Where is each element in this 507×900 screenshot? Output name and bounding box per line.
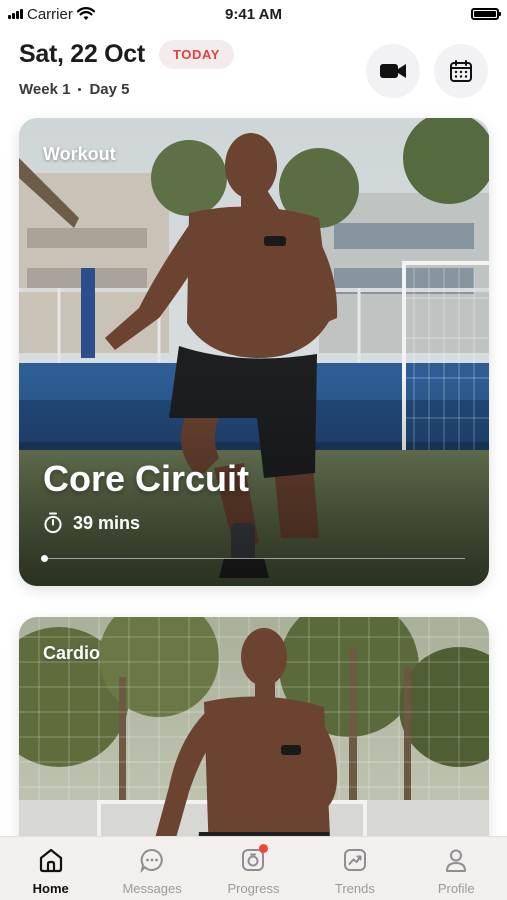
tab-trends[interactable]: Trends	[310, 845, 400, 896]
today-badge[interactable]: TODAY	[158, 40, 235, 69]
workout-card[interactable]: Workout Core Circuit 39 mins	[19, 118, 489, 586]
calendar-button[interactable]	[434, 44, 488, 98]
notification-dot	[259, 844, 269, 853]
tab-messages[interactable]: Messages	[107, 845, 197, 896]
header-actions	[366, 44, 488, 98]
progress-track[interactable]	[41, 555, 465, 562]
carrier-label: Carrier	[27, 5, 73, 23]
tab-progress[interactable]: Progress	[208, 844, 298, 896]
card-category: Workout	[43, 144, 116, 164]
video-camera-icon	[380, 64, 406, 78]
tab-label: Home	[32, 881, 69, 896]
wifi-icon	[76, 7, 95, 20]
tab-label: Progress	[227, 881, 280, 896]
user-icon	[441, 845, 471, 875]
tab-home[interactable]: Home	[6, 845, 96, 896]
tab-profile[interactable]: Profile	[411, 845, 501, 896]
card-duration: 39 mins	[43, 512, 140, 534]
progress-camera-icon	[238, 844, 269, 875]
header: Sat, 22 Oct TODAY Week 1 Day 5	[19, 40, 488, 104]
card-category: Cardio	[43, 643, 101, 663]
battery-icon	[471, 8, 501, 20]
tab-label: Trends	[334, 881, 375, 896]
status-left: Carrier	[8, 6, 95, 23]
day-label: Day 5	[89, 81, 130, 98]
tab-label: Profile	[437, 881, 475, 896]
calendar-icon	[450, 60, 472, 82]
duration-label: 39 mins	[73, 512, 141, 533]
stopwatch-icon	[44, 512, 62, 534]
cardio-card[interactable]: Cardio	[19, 617, 489, 857]
home-icon	[36, 845, 66, 875]
card-title: Core Circuit	[43, 458, 250, 499]
chat-bubble-icon	[137, 845, 167, 875]
status-bar: Carrier 9:41 AM	[0, 0, 507, 28]
video-call-button[interactable]	[366, 44, 420, 98]
signal-icon	[8, 9, 23, 19]
trends-chart-icon	[340, 845, 370, 875]
separator-dot	[78, 88, 82, 91]
tab-label: Messages	[122, 881, 182, 896]
tab-bar: Home Messages Progress Trends Profile	[0, 836, 507, 900]
progress-knob[interactable]	[41, 555, 48, 562]
week-label: Week 1	[19, 81, 71, 98]
page-title: Sat, 22 Oct	[19, 40, 145, 68]
